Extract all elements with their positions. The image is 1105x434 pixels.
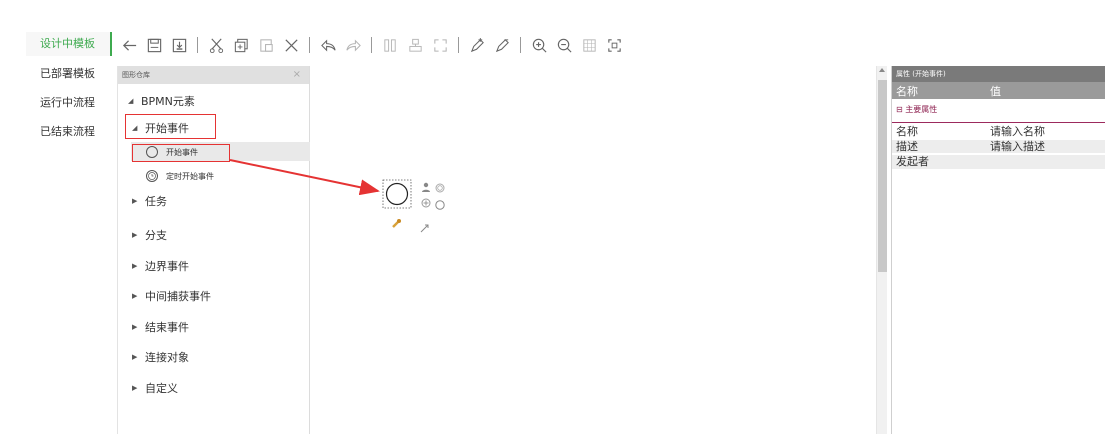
user-task-icon[interactable]: [422, 182, 430, 192]
bpmn-designer: 设计中模板 已部署模板 运行中流程 已结束流程 图形仓库 × ◢ BPMN元素 …: [0, 0, 1105, 434]
end-event-icon[interactable]: [435, 200, 445, 210]
scrollbar-thumb[interactable]: [878, 80, 887, 272]
properties-column-header: 名称 值: [892, 82, 1105, 99]
property-row-initiator[interactable]: 发起者: [892, 155, 1105, 169]
gateway-icon[interactable]: [421, 198, 431, 208]
property-value[interactable]: 请输入描述: [990, 140, 1045, 153]
intermediate-event-icon[interactable]: [435, 183, 445, 193]
start-event-shape[interactable]: [385, 182, 409, 206]
intermediate-event-inner: [437, 185, 443, 191]
property-name: 发起者: [896, 155, 929, 168]
scroll-up-arrow-icon[interactable]: [879, 68, 885, 72]
property-name: 描述: [896, 140, 918, 153]
property-name: 名称: [896, 125, 918, 138]
properties-group-label: 主要属性: [905, 105, 938, 114]
property-row-name[interactable]: 名称 请输入名称: [892, 125, 1105, 138]
wrench-icon[interactable]: [392, 219, 401, 228]
canvas-vertical-scrollbar[interactable]: [876, 66, 887, 434]
properties-panel: 属性 (开始事件) 名称 值 ⊟ 主要属性 名称 请输入名称 描述 请输入描述 …: [891, 66, 1105, 434]
collapse-icon[interactable]: ⊟: [896, 105, 903, 114]
column-value-header: 值: [990, 85, 1001, 98]
property-value[interactable]: 请输入名称: [990, 125, 1045, 138]
connect-arrow-icon[interactable]: [420, 224, 429, 233]
drag-arrow: [229, 159, 380, 196]
properties-title: 属性 (开始事件): [892, 66, 1105, 82]
column-name-header: 名称: [896, 85, 918, 98]
properties-group-main[interactable]: ⊟ 主要属性: [892, 99, 1105, 123]
property-row-description[interactable]: 描述 请输入描述: [892, 140, 1105, 153]
